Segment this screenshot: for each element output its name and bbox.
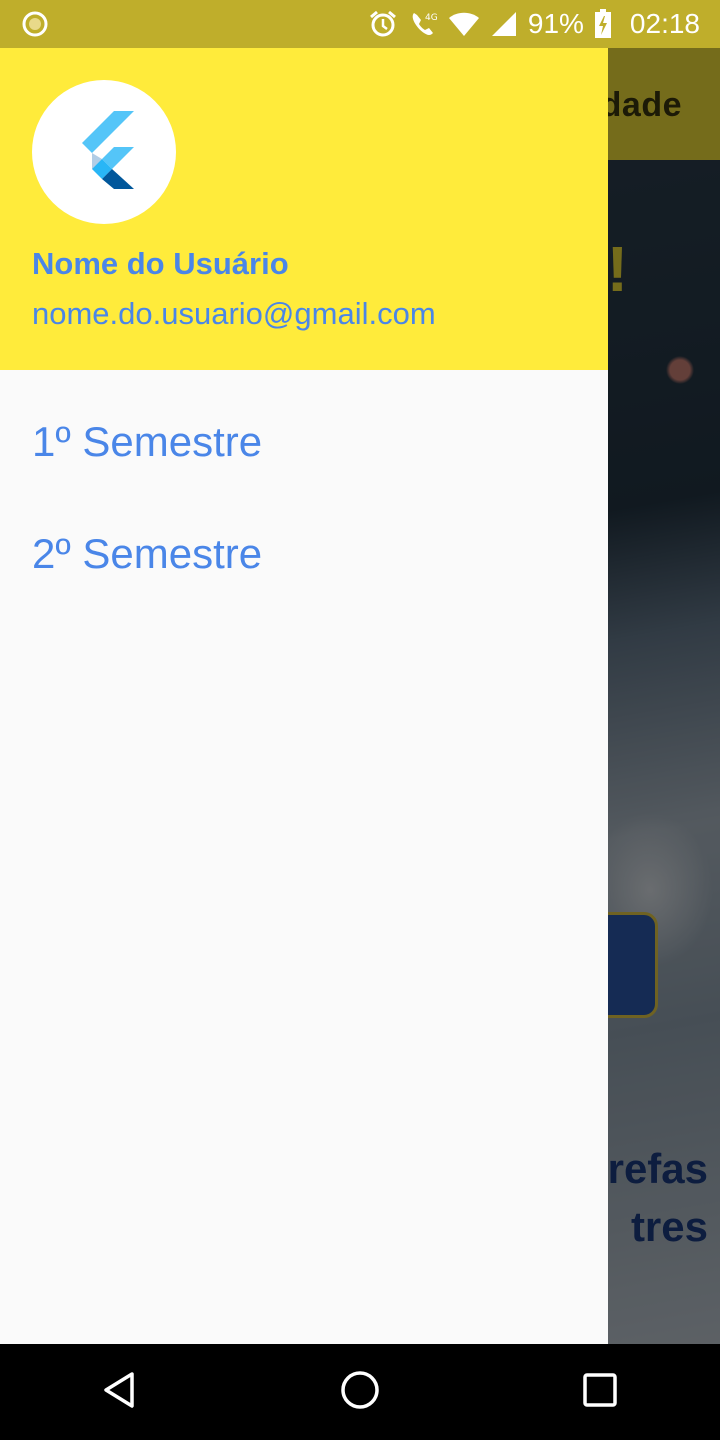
back-icon [100,1370,140,1415]
drawer-header: Nome do Usuário nome.do.usuario@gmail.co… [0,48,608,370]
status-bar: 4G 91% 02:18 [0,0,720,48]
drawer-item-semestre-1[interactable]: 1º Semestre [0,370,608,482]
wifi-icon [448,10,480,38]
navigation-drawer: Nome do Usuário nome.do.usuario@gmail.co… [0,48,608,1344]
home-icon [339,1369,381,1416]
battery-percentage: 91% [527,8,584,39]
recents-icon [582,1372,618,1413]
flutter-logo-icon [72,110,136,194]
clock: 02:18 [629,8,700,39]
avatar[interactable] [32,80,176,224]
svg-text:4G: 4G [425,13,438,23]
back-button[interactable] [0,1344,240,1440]
drawer-item-semestre-2[interactable]: 2º Semestre [0,482,608,594]
account-email: nome.do.usuario@gmail.com [32,296,436,331]
battery-charging-icon [594,9,612,39]
recents-button[interactable] [480,1344,720,1440]
alarm-icon [368,9,398,39]
status-icons: 4G 91% 02:18 [368,0,700,48]
cell-signal-icon [490,10,518,38]
account-name: Nome do Usuário [32,246,289,281]
system-nav-bar [0,1344,720,1440]
notification-dot-icon [22,11,48,42]
drawer-menu: 1º Semestre 2º Semestre [0,370,608,594]
home-button[interactable] [240,1344,480,1440]
wifi-calling-icon: 4G [408,9,438,39]
